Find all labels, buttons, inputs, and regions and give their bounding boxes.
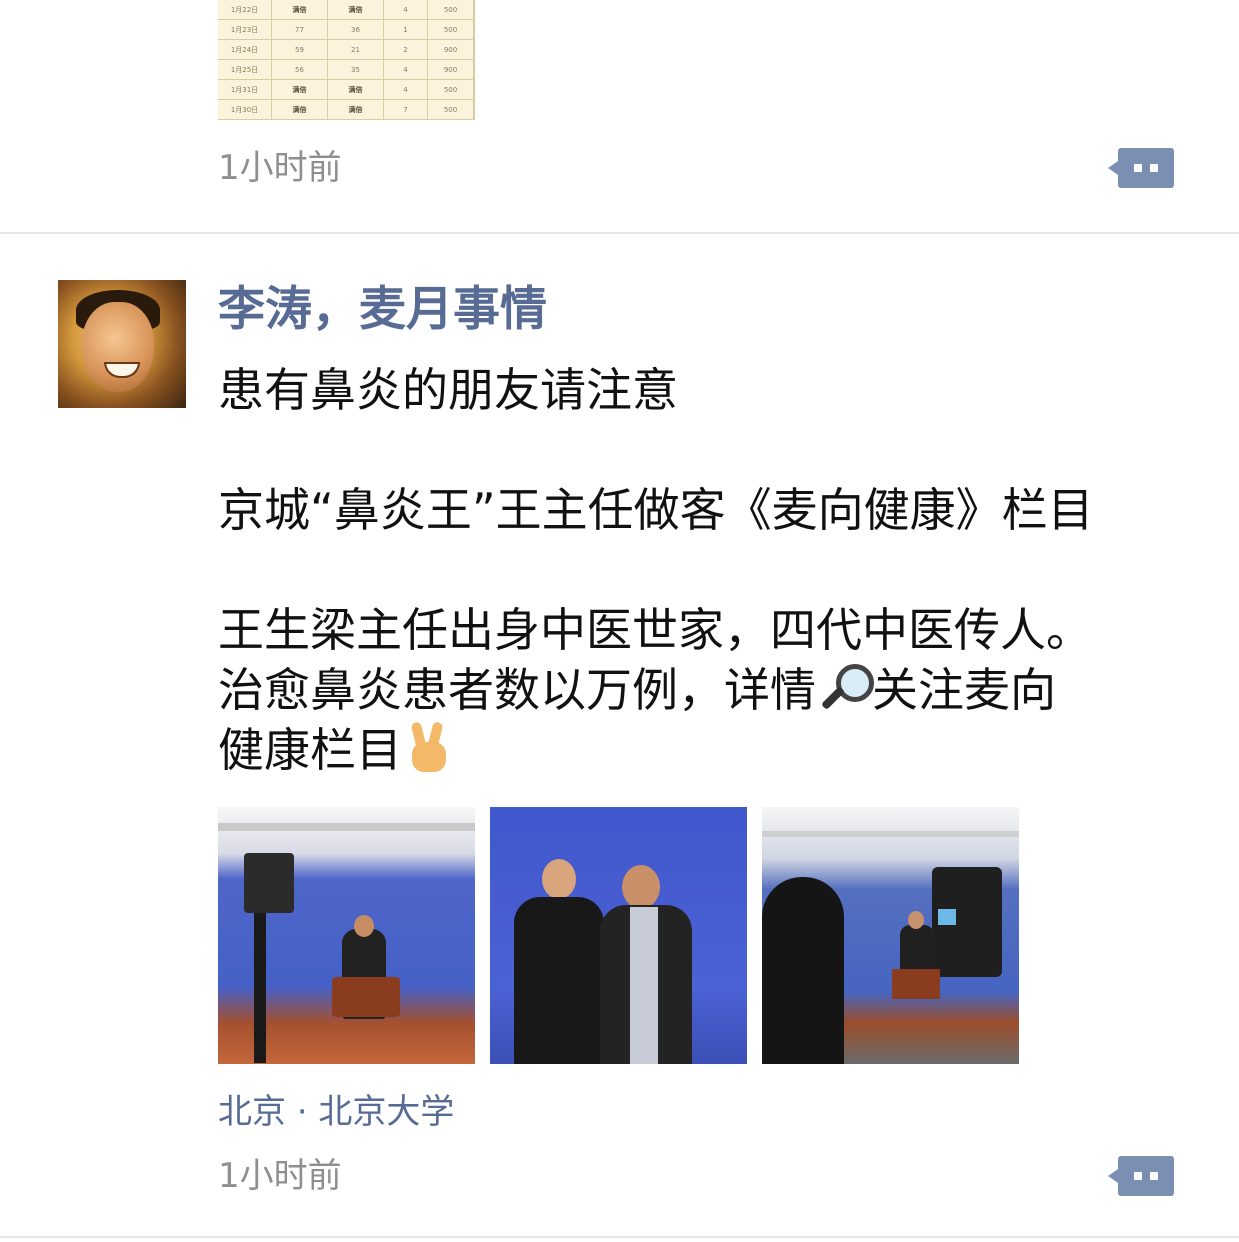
author-name[interactable]: 李涛，麦月事情 (218, 282, 547, 338)
post-text-line: 健康栏目 (218, 720, 1208, 780)
table-cell: 59 (272, 40, 328, 60)
table-cell: 7 (384, 100, 428, 120)
table-cell: 1 (384, 20, 428, 40)
comment-icon[interactable] (1108, 1156, 1174, 1196)
table-cell: 35 (328, 60, 384, 80)
table-cell: 满倍 (272, 80, 328, 100)
post-text-line: 患有鼻炎的朋友请注意 (218, 363, 678, 417)
post-photo-3[interactable] (762, 807, 1019, 1064)
table-cell: 900 (428, 60, 474, 80)
post-text-line: 治愈鼻炎患者数以万例，详情 关注麦向 (218, 660, 1208, 720)
table-cell: 900 (428, 40, 474, 60)
table-cell: 2 (384, 40, 428, 60)
post-location[interactable]: 北京 · 北京大学 (218, 1090, 454, 1134)
table-cell: 满倍 (272, 100, 328, 120)
table-cell: 4 (384, 80, 428, 100)
post-photo-1[interactable] (218, 807, 475, 1064)
table-cell: 满倍 (328, 100, 384, 120)
table-cell: 1月24日 (218, 40, 272, 60)
previous-post-time: 1小时前 (218, 148, 342, 188)
post-time: 1小时前 (218, 1156, 342, 1196)
avatar[interactable] (58, 280, 186, 408)
table-cell: 77 (272, 20, 328, 40)
table-cell: 满倍 (328, 80, 384, 100)
table-cell: 56 (272, 60, 328, 80)
comment-icon[interactable] (1108, 148, 1174, 188)
victory-hand-icon (402, 720, 458, 776)
table-cell: 500 (428, 80, 474, 100)
table-cell: 1月30日 (218, 100, 272, 120)
post-text-line: 京城“鼻炎王”王主任做客《麦向健康》栏目 (218, 483, 1094, 537)
post-divider (0, 232, 1239, 234)
table-cell: 500 (428, 100, 474, 120)
previous-post-image[interactable]: 1月22日 满倍 满倍 4 500 1月23日 77 36 1 500 1月24日 59 21 2 900 1… (218, 0, 475, 120)
table-cell: 4 (384, 0, 428, 20)
table-cell: 4 (384, 60, 428, 80)
post-photo-2[interactable] (490, 807, 747, 1064)
table-cell: 满倍 (328, 0, 384, 20)
table-cell: 500 (428, 20, 474, 40)
table-cell: 1月22日 (218, 0, 272, 20)
table-cell: 1月25日 (218, 60, 272, 80)
magnifier-icon (816, 660, 874, 716)
table-cell: 1月23日 (218, 20, 272, 40)
table-cell: 满倍 (272, 0, 328, 20)
table-cell: 500 (428, 0, 474, 20)
post-text-line: 王生梁主任出身中医世家，四代中医传人。 (218, 603, 1092, 657)
post-divider (0, 1236, 1239, 1238)
table-cell: 36 (328, 20, 384, 40)
table-cell: 21 (328, 40, 384, 60)
table-cell: 1月31日 (218, 80, 272, 100)
